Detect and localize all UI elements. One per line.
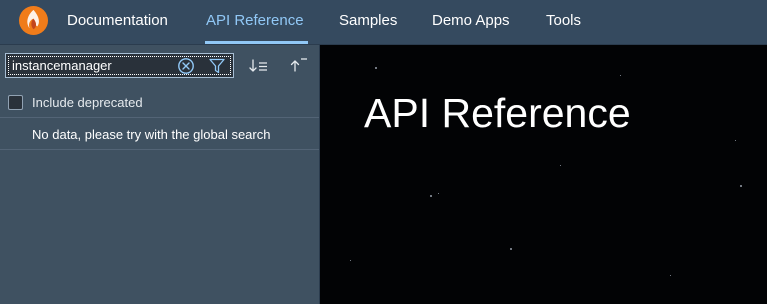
divider — [0, 149, 319, 150]
nav-tools[interactable]: Tools — [546, 0, 581, 45]
collapse-all-icon[interactable] — [288, 56, 310, 74]
background-star — [560, 165, 561, 166]
background-star — [375, 67, 377, 69]
search-field[interactable] — [5, 53, 234, 78]
background-star — [620, 75, 621, 76]
nav-documentation[interactable]: Documentation — [67, 0, 168, 45]
api-tree-sidebar: Include deprecated No data, please try w… — [0, 45, 320, 304]
main-content: API Reference — [320, 45, 767, 304]
background-star — [430, 195, 432, 197]
filter-icon[interactable] — [208, 57, 226, 75]
shell-bar: Documentation API Reference Samples Demo… — [0, 0, 767, 45]
background-star — [510, 248, 512, 250]
sort-icon[interactable] — [248, 57, 270, 75]
background-star — [740, 185, 742, 187]
background-star — [670, 275, 671, 276]
clear-icon[interactable] — [177, 57, 195, 75]
background-star — [350, 260, 351, 261]
background-star — [438, 193, 439, 194]
search-input[interactable] — [12, 57, 172, 74]
nav-api-reference[interactable]: API Reference — [206, 0, 304, 45]
divider — [0, 117, 319, 118]
empty-state-message: No data, please try with the global sear… — [32, 127, 271, 142]
openui5-logo-icon[interactable] — [18, 5, 49, 36]
include-deprecated-checkbox[interactable] — [8, 95, 23, 110]
nav-demo-apps[interactable]: Demo Apps — [432, 0, 510, 45]
page-title: API Reference — [364, 90, 631, 136]
active-tab-indicator — [205, 41, 308, 44]
nav-samples[interactable]: Samples — [339, 0, 397, 45]
background-star — [735, 140, 736, 141]
include-deprecated-label: Include deprecated — [32, 95, 143, 110]
